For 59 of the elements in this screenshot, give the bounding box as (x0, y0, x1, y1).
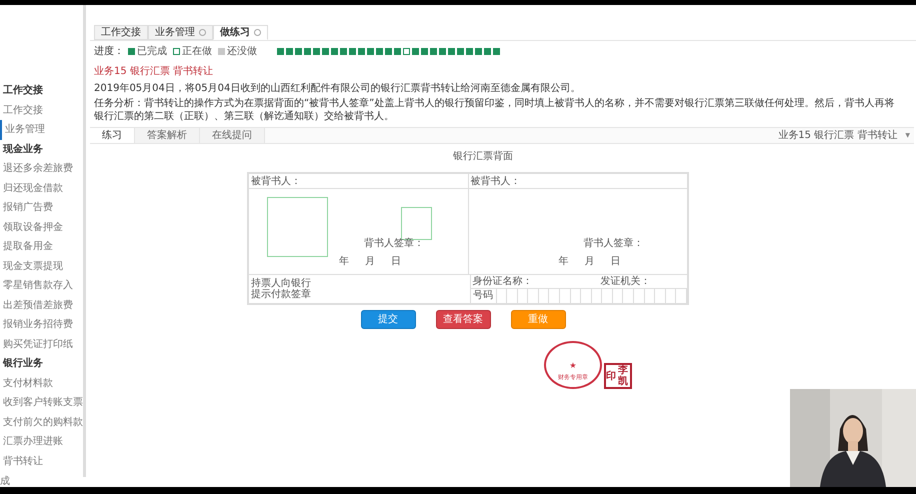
sidebar-item[interactable]: 报销广告费 (0, 198, 55, 218)
progress-label: 进度： (94, 44, 124, 59)
progress-step (218, 48, 225, 55)
sidebar-item[interactable]: 归还现金借款 (0, 178, 65, 198)
sidebar-item[interactable]: 领取设备押金 (0, 218, 65, 237)
action-button[interactable]: 提交 (360, 310, 416, 329)
sidebar-heading: 银行业务 (2, 356, 44, 371)
content-tab[interactable]: 练习 (90, 128, 135, 143)
progress-step (128, 48, 135, 55)
sidebar-item[interactable]: 支付前欠的购料款 (0, 412, 85, 432)
sidebar-item[interactable]: 报销业务招待费 (0, 315, 75, 334)
page-tab[interactable]: 工作交接 (94, 25, 148, 40)
date-label: 月 (365, 255, 375, 269)
sidebar-item[interactable]: 工作交接 (0, 100, 45, 120)
sidebar-item[interactable]: 退还多余差旅费 (0, 159, 75, 178)
page-tab[interactable]: 业务管理 (148, 25, 213, 40)
sidebar-item[interactable]: 提取备用金 (0, 237, 55, 256)
star-icon: ★ (569, 362, 577, 370)
seal-label: 背书人签章： (364, 236, 424, 251)
sidebar-heading: 工作交接 (2, 83, 44, 98)
sidebar-item[interactable]: 背书转让 (0, 452, 45, 471)
task-title: 业务15 银行汇票 背书转让 (94, 64, 214, 79)
id-number-label: 号码 (470, 289, 496, 303)
sidebar-item[interactable]: 业务管理 (0, 120, 47, 140)
sidebar-item[interactable]: 现金支票提现 (0, 256, 65, 276)
sidebar-item[interactable]: 支付材料款 (0, 374, 55, 393)
close-icon[interactable] (254, 29, 261, 36)
task-analysis: 任务分析：背书转让的操作方式为在票据背面的“被背书人签章”处盖上背书人的银行预留印鉴，同时填上被背书人的名称，并不需要对银行汇票第三联做任何处理。然后，背书人再将银行汇票的第二联（正联）、第三联（解讫通知联）交给被背书人。 (94, 97, 896, 123)
date-label: 日 (391, 255, 401, 269)
seal-label: 背书人签章： (584, 236, 644, 251)
stamp-slot[interactable] (267, 197, 328, 257)
legend-label: 正在做 (182, 45, 212, 59)
date-label: 月 (584, 255, 594, 269)
content-tab[interactable]: 答案解析 (135, 128, 200, 143)
legend-label: 还没做 (227, 45, 257, 59)
endorsee-label: 被背书人： (468, 174, 687, 189)
content-tab[interactable]: 在线提问 (200, 128, 265, 143)
endorsee-label: 被背书人： (249, 174, 468, 189)
progress-step (173, 48, 180, 55)
date-label: 年 (558, 255, 568, 269)
sidebar-item[interactable]: 购买凭证打印纸 (0, 334, 75, 354)
page-tab[interactable]: 做练习 (213, 25, 268, 40)
task-description: 2019年05月04日，将05月04日收到的山西红利配件有限公司的银行汇票背书转让给河南至德金属有限公司。 (94, 82, 582, 95)
form-title: 银行汇票背面 (453, 150, 513, 164)
holder-label: 提示付款签章 (251, 289, 311, 300)
close-icon[interactable] (199, 29, 206, 36)
holder-label: 持票人向银行 (251, 278, 311, 289)
id-name-label: 身份证名称： (472, 275, 534, 289)
id-issuer-label: 发证机关： (600, 274, 650, 289)
sidebar-item[interactable]: 零星销售款存入 (0, 276, 75, 296)
date-label: 年 (339, 255, 349, 269)
sidebar-heading: 现金业务 (2, 142, 44, 156)
status-text: 成 (0, 477, 10, 487)
sidebar-item[interactable]: 汇票办理进账 (0, 432, 65, 452)
sidebar-item[interactable]: 收到客户转账支票 (0, 393, 85, 412)
action-button[interactable]: 查看答案 (436, 310, 490, 329)
sidebar-item[interactable]: 出差预借差旅费 (0, 296, 75, 315)
date-label: 日 (610, 255, 620, 269)
legend-label: 已完成 (137, 44, 167, 59)
